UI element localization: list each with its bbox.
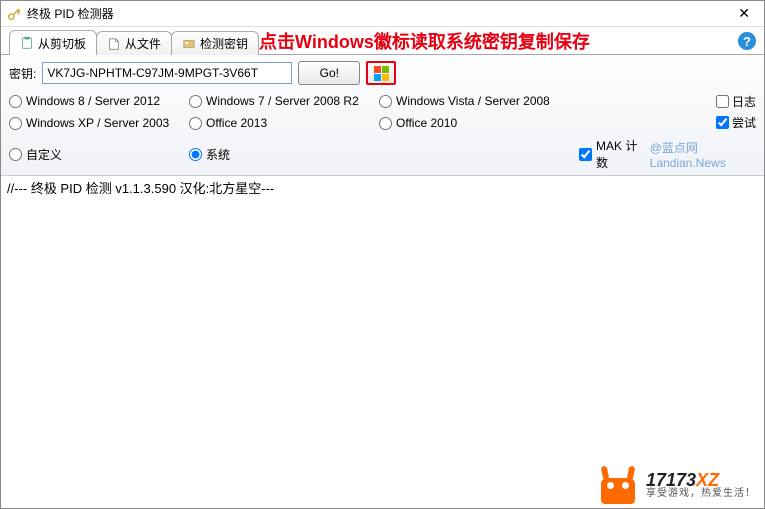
output-area[interactable]: //--- 终极 PID 检测 v1.1.3.590 汉化:北方星空---	[1, 175, 764, 495]
radio-custom[interactable]: 自定义	[9, 146, 189, 163]
check-log[interactable]: 日志	[716, 93, 756, 110]
radio-system[interactable]: 系统	[189, 146, 379, 163]
tab-label: 检测密钥	[200, 35, 248, 52]
check-mak[interactable]: MAK 计数	[579, 137, 638, 171]
check-try[interactable]: 尝试	[716, 114, 756, 131]
tab-clipboard[interactable]: 从剪切板	[9, 30, 97, 55]
close-button[interactable]: ✕	[730, 5, 758, 22]
go-button[interactable]: Go!	[298, 61, 360, 85]
output-line: //--- 终极 PID 检测 v1.1.3.590 汉化:北方星空---	[7, 178, 758, 197]
radio-win7[interactable]: Windows 7 / Server 2008 R2	[189, 94, 379, 108]
radio-office2010[interactable]: Office 2010	[379, 116, 579, 130]
window-title: 终极 PID 检测器	[27, 5, 730, 22]
watermark: @蓝点网 Landian.News	[650, 139, 756, 170]
radio-office2013[interactable]: Office 2013	[189, 116, 379, 130]
windows-logo-icon	[374, 66, 389, 81]
file-icon	[107, 37, 121, 51]
help-button[interactable]: ?	[738, 32, 756, 50]
key-label: 密钥:	[9, 65, 36, 82]
windows-logo-button[interactable]	[366, 61, 396, 85]
tab-label: 从文件	[125, 35, 161, 52]
annotation-overlay: 点击Windows徽标读取系统密钥复制保存	[259, 28, 590, 54]
radio-win8[interactable]: Windows 8 / Server 2012	[9, 94, 189, 108]
clipboard-icon	[20, 36, 34, 50]
radio-vista[interactable]: Windows Vista / Server 2008	[379, 94, 579, 108]
mascot-icon	[596, 466, 640, 504]
tab-file[interactable]: 从文件	[96, 31, 172, 55]
detect-icon	[182, 37, 196, 51]
key-input[interactable]	[42, 62, 292, 84]
key-icon	[7, 7, 21, 21]
footer-logo: 17173XZ 享受游戏，热爱生活！	[596, 466, 756, 504]
radio-winxp[interactable]: Windows XP / Server 2003	[9, 116, 189, 130]
tab-detect-key[interactable]: 检测密钥	[171, 31, 259, 55]
tab-label: 从剪切板	[38, 35, 86, 52]
